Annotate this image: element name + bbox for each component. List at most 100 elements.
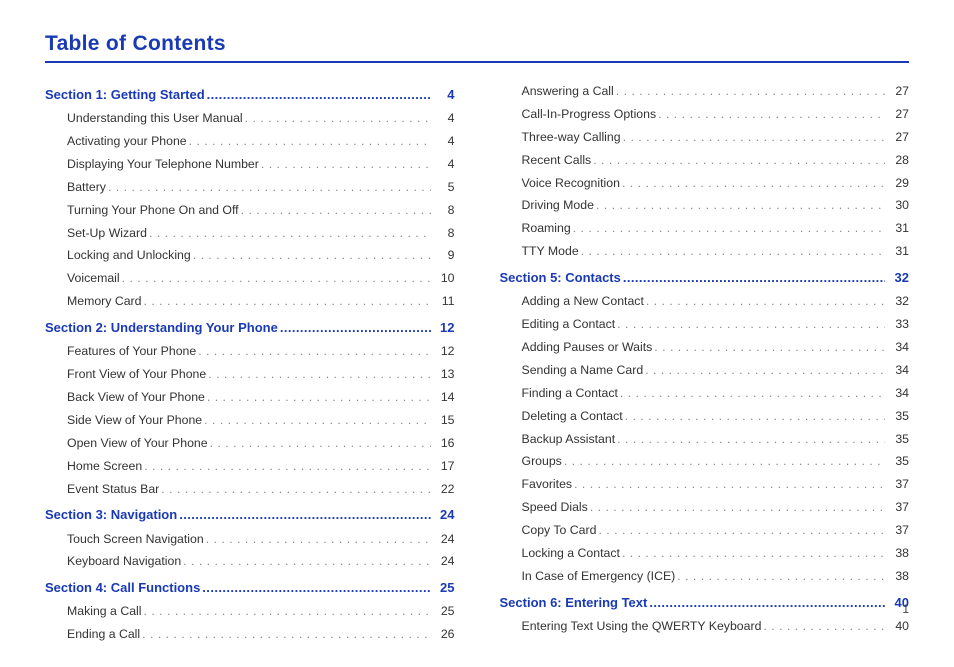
toc-leader [622,173,885,194]
toc-page: 37 [887,474,909,495]
page-number: 1 [902,602,909,616]
toc-entry[interactable]: Three-way Calling27 [500,127,910,148]
toc-entry[interactable]: Adding Pauses or Waits34 [500,337,910,358]
toc-label: Touch Screen Navigation [67,529,204,550]
toc-label: Voicemail [67,268,120,289]
toc-entry[interactable]: Event Status Bar22 [45,479,455,500]
toc-page: 4 [433,84,455,106]
toc-label: Section 6: Entering Text [500,592,648,614]
toc-section[interactable]: Section 2: Understanding Your Phone12 [45,317,455,339]
toc-label: Three-way Calling [522,127,621,148]
toc-entry[interactable]: Displaying Your Telephone Number4 [45,154,455,175]
toc-section[interactable]: Section 4: Call Functions25 [45,577,455,599]
toc-entry[interactable]: Finding a Contact34 [500,383,910,404]
toc-entry[interactable]: Turning Your Phone On and Off8 [45,200,455,221]
toc-leader [207,387,431,408]
toc-entry[interactable]: Recent Calls28 [500,150,910,171]
toc-entry[interactable]: Sending a Name Card34 [500,360,910,381]
toc-leader [210,433,431,454]
toc-label: Memory Card [67,291,141,312]
toc-entry[interactable]: Side View of Your Phone15 [45,410,455,431]
toc-entry[interactable]: Answering a Call27 [500,81,910,102]
toc-entry[interactable]: Call-In-Progress Options27 [500,104,910,125]
toc-entry[interactable]: Entering Text Using the QWERTY Keyboard4… [500,616,910,637]
toc-entry[interactable]: Editing a Contact33 [500,314,910,335]
toc-leader [189,131,431,152]
toc-entry[interactable]: In Case of Emergency (ICE)38 [500,566,910,587]
toc-section[interactable]: Section 3: Navigation24 [45,504,455,526]
toc-page: 25 [433,577,455,599]
toc-column-right: Answering a Call27Call-In-Progress Optio… [500,79,910,647]
toc-leader [616,81,885,102]
toc-entry[interactable]: Front View of Your Phone13 [45,364,455,385]
toc-page: 35 [887,451,909,472]
toc-entry[interactable]: Open View of Your Phone 16 [45,433,455,454]
toc-page: 37 [887,497,909,518]
toc-leader [161,479,430,500]
page: Table of Contents Section 1: Getting Sta… [0,0,954,667]
toc-entry[interactable]: Locking a Contact38 [500,543,910,564]
toc-page: 37 [887,520,909,541]
toc-leader [590,497,885,518]
toc-label: Event Status Bar [67,479,159,500]
toc-entry[interactable]: Understanding this User Manual4 [45,108,455,129]
toc-columns: Section 1: Getting Started4Understanding… [45,79,909,647]
toc-section[interactable]: Section 5: Contacts32 [500,267,910,289]
toc-entry[interactable]: Backup Assistant35 [500,429,910,450]
toc-label: Displaying Your Telephone Number [67,154,259,175]
toc-entry[interactable]: Back View of Your Phone14 [45,387,455,408]
toc-entry[interactable]: Voicemail10 [45,268,455,289]
toc-entry[interactable]: Home Screen17 [45,456,455,477]
toc-label: Front View of Your Phone [67,364,206,385]
toc-label: Section 2: Understanding Your Phone [45,317,278,339]
toc-label: Speed Dials [522,497,588,518]
toc-label: Activating your Phone [67,131,187,152]
toc-entry[interactable]: Favorites37 [500,474,910,495]
toc-label: Call-In-Progress Options [522,104,657,125]
toc-entry[interactable]: Set-Up Wizard8 [45,223,455,244]
toc-entry[interactable]: Features of Your Phone12 [45,341,455,362]
toc-label: Answering a Call [522,81,614,102]
toc-label: Open View of Your Phone [67,433,208,454]
toc-page: 8 [433,200,455,221]
toc-entry[interactable]: Battery5 [45,177,455,198]
toc-label: Understanding this User Manual [67,108,243,129]
toc-section[interactable]: Section 6: Entering Text40 [500,592,910,614]
toc-entry[interactable]: Copy To Card37 [500,520,910,541]
toc-page: 9 [433,245,455,266]
toc-entry[interactable]: Making a Call25 [45,601,455,622]
toc-leader [623,127,885,148]
toc-label: Sending a Name Card [522,360,644,381]
toc-entry[interactable]: Speed Dials 37 [500,497,910,518]
toc-leader [649,592,885,614]
toc-entry[interactable]: Roaming31 [500,218,910,239]
toc-entry[interactable]: Activating your Phone 4 [45,131,455,152]
toc-page: 34 [887,337,909,358]
toc-entry[interactable]: Keyboard Navigation24 [45,551,455,572]
toc-entry[interactable]: Touch Screen Navigation 24 [45,529,455,550]
toc-leader [241,200,431,221]
toc-page: 4 [433,131,455,152]
toc-leader [143,291,430,312]
toc-entry[interactable]: Voice Recognition29 [500,173,910,194]
toc-leader [645,360,885,381]
toc-entry[interactable]: Groups35 [500,451,910,472]
toc-entry[interactable]: Deleting a Contact35 [500,406,910,427]
toc-entry[interactable]: Adding a New Contact32 [500,291,910,312]
toc-section[interactable]: Section 1: Getting Started4 [45,84,455,106]
toc-page: 24 [433,529,455,550]
toc-label: Ending a Call [67,624,140,645]
toc-page: 16 [433,433,455,454]
toc-entry[interactable]: Driving Mode30 [500,195,910,216]
toc-leader [198,341,430,362]
toc-entry[interactable]: Locking and Unlocking9 [45,245,455,266]
toc-leader [183,551,430,572]
toc-leader [202,577,430,599]
toc-entry[interactable]: Memory Card11 [45,291,455,312]
toc-entry[interactable]: Ending a Call26 [45,624,455,645]
toc-leader [142,624,430,645]
toc-label: Battery [67,177,106,198]
toc-leader [573,218,885,239]
toc-entry[interactable]: TTY Mode31 [500,241,910,262]
toc-label: Roaming [522,218,571,239]
